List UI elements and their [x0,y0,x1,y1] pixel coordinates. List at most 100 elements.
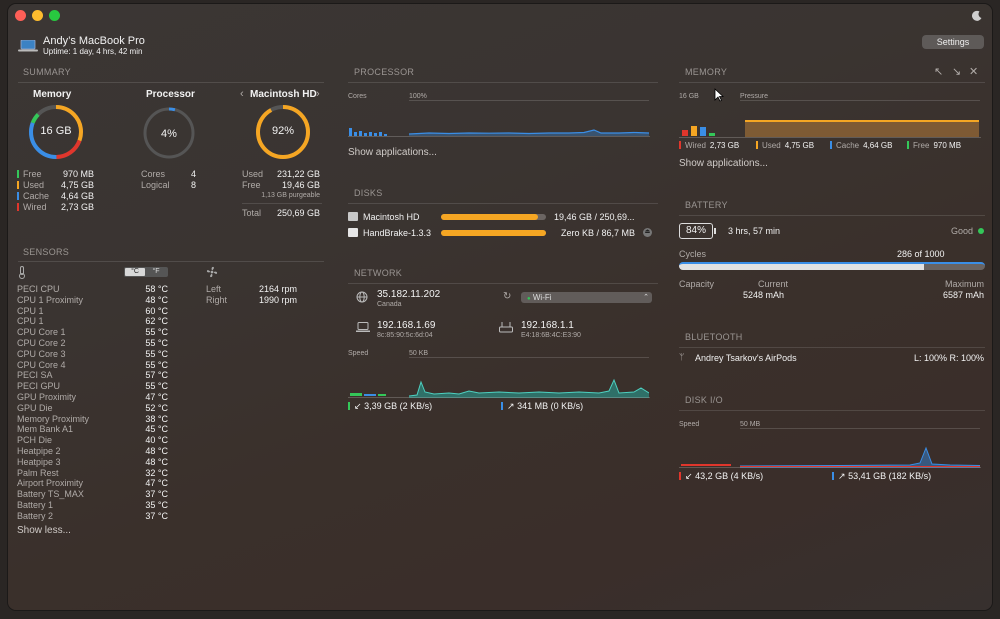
chevron-right-icon[interactable]: › [316,88,320,100]
close-window-button[interactable] [15,10,26,21]
disk-summary-label: Macintosh HD [250,89,317,100]
sensor-value: 55 °C [145,348,168,359]
sensor-name: CPU 1 Proximity [17,294,84,305]
cores-label: Cores [141,169,166,179]
disk-io-section-title: DISK I/O [685,395,723,405]
interface-dropdown[interactable]: ● Wi-Fi ⌃ [521,292,652,303]
sensor-name: CPU 1 [17,316,44,327]
memory-row-label: Used [17,180,44,190]
sensor-name: CPU Core 2 [17,338,66,348]
sensor-name: CPU Core 1 [17,327,66,338]
disk-usage-bar [441,230,546,236]
close-icon[interactable]: ✕ [969,65,978,78]
battery-health: Good [951,226,974,236]
fan-right-value: 1990 rpm [259,295,298,305]
sensor-name: Palm Rest [17,467,59,478]
fan-left-label: Left [206,284,222,294]
sensor-value: 48 °C [145,456,168,467]
uptime-text: Uptime: 1 day, 4 hrs, 42 min [43,47,143,56]
sensor-value: 40 °C [145,435,168,446]
disk-total-value: 250,69 GB [276,208,320,218]
show-less-link[interactable]: Show less... [17,525,71,536]
sensor-value: 48 °C [145,294,168,305]
fahrenheit-toggle[interactable]: °F [146,268,166,276]
max-capacity-label: Maximum [944,279,984,289]
processor-show-apps-link[interactable]: Show applications... [348,147,437,158]
expand-icon[interactable]: ↖ [934,65,943,78]
memory-legend-item: Wired 2,73 GB [679,141,739,150]
memory-legend-name: Cache [836,141,860,150]
chevron-left-icon[interactable]: ‹ [240,88,244,100]
memory-legend-value: 4,75 GB [784,141,815,150]
laptop-icon [18,39,38,54]
memory-row-label: Free [17,169,42,179]
memory-row-value: 2,73 GB [60,202,94,212]
celsius-toggle[interactable]: °C [125,268,145,276]
processor-summary-label: Processor [146,89,195,100]
fan-icon [206,266,218,280]
upload-arrow-icon: ↗ [507,401,515,411]
sensor-value: 52 °C [145,402,168,413]
battery-cycles-label: Cycles [679,249,707,259]
dropdown-chevron-icon: ⌃ [643,294,649,301]
network-small-graph [350,393,386,396]
disk-free-value: 19,46 GB [281,180,320,190]
battery-health-dot [978,228,984,234]
memory-legend-value: 970 MB [933,141,962,150]
disk-io-read: ↙ 43,2 GB (4 KB/s) [679,471,763,482]
sensor-value: 57 °C [145,370,168,381]
network-download: ↙ 3,39 GB (2 KB/s) [348,401,432,412]
sensor-name: Airport Proximity [17,478,84,489]
network-upload-value: 341 MB (0 KB/s) [517,401,584,411]
sensor-name: Battery 1 [17,500,54,510]
public-ip: 35.182.11.202 [377,289,441,300]
cores-value: 4 [191,169,197,179]
local-mac: 8c:85:90:5c:6d:04 [377,332,433,339]
capacity-label: Capacity [679,279,715,289]
collapse-icon[interactable]: ↘ [952,65,961,78]
device-name: Andy’s MacBook Pro [43,35,145,47]
sensor-name: PECI CPU [17,284,60,294]
write-arrow-icon: ↗ [838,471,846,481]
sensor-value: 55 °C [145,381,168,392]
settings-button[interactable]: Settings [922,35,984,49]
refresh-icon[interactable]: ↻ [503,291,511,302]
external-disk-icon [348,228,358,237]
memory-bars [682,126,715,136]
processor-section-title: PROCESSOR [354,67,415,77]
memory-legend-name: Wired [685,141,706,150]
mouse-cursor-icon [714,88,725,104]
fan-right-label: Right [206,295,228,305]
memory-show-apps-link[interactable]: Show applications... [679,158,768,169]
battery-cycles-value: 286 of 1000 [897,249,945,259]
globe-icon [356,291,368,305]
router-ip: 192.168.1.1 [521,320,574,331]
computer-icon [356,322,370,335]
current-capacity-value: 5248 mAh [743,290,785,300]
memory-row-label: Cache [17,191,49,201]
memory-section-title: MEMORY [685,67,728,77]
memory-pressure-label: Pressure [740,93,769,100]
disk-io-speed-label: Speed [679,421,700,428]
summary-section-title: SUMMARY [23,67,71,77]
sensor-name: PECI SA [17,370,53,381]
sensor-name: Battery 2 [17,510,54,521]
battery-percent: 84% [685,225,706,236]
disk-purgeable: 1,13 GB purgeable [261,192,320,199]
thermometer-icon [18,266,26,281]
memory-row-name: Wired [23,202,47,212]
zoom-window-button[interactable] [49,10,60,21]
memory-legend-name: Used [762,141,781,150]
fan-left-value: 2164 rpm [259,284,298,294]
minimize-window-button[interactable] [32,10,43,21]
memory-ring-center: 16 GB [40,125,72,137]
sensor-name: CPU Core 3 [17,348,66,359]
memory-legend-value: 2,73 GB [709,141,740,150]
disk-io-write-value: 53,41 GB (182 KB/s) [848,471,932,481]
memory-row-value: 970 MB [62,169,94,179]
sensor-value: 47 °C [145,392,168,402]
eject-icon[interactable]: ⏏ [643,228,652,237]
sensor-value: 35 °C [145,500,168,510]
dark-mode-moon-icon[interactable] [971,10,983,22]
sensor-value: 58 °C [145,284,168,294]
